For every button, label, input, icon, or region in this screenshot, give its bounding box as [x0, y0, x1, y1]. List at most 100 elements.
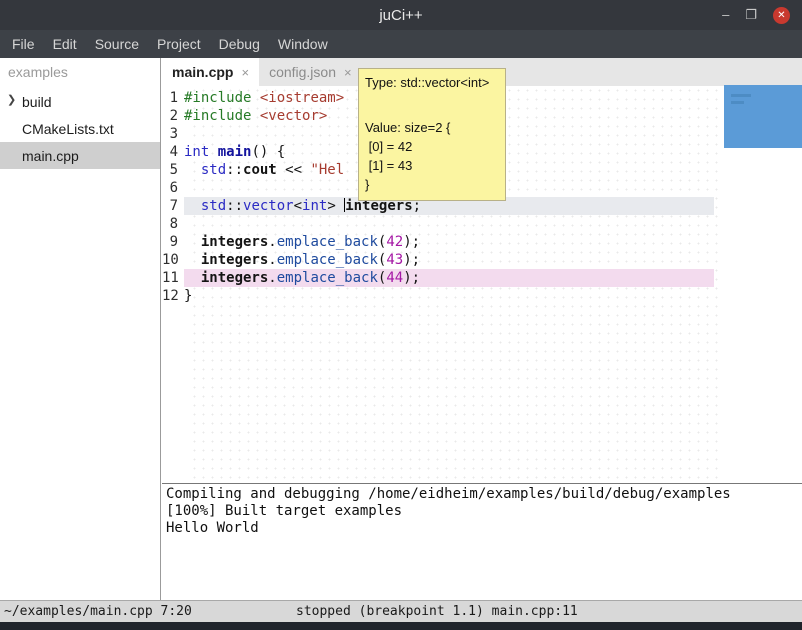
close-icon[interactable]: × [344, 65, 352, 80]
line-number[interactable]: 5 [162, 161, 184, 179]
line-number[interactable]: 9 [162, 233, 184, 251]
code-segment: 44 [386, 270, 403, 286]
code-line-content[interactable]: integers.emplace_back(44); [184, 269, 714, 287]
status-debug-state: stopped (breakpoint 1.1) main.cpp:11 [296, 604, 578, 619]
code-line[interactable]: 10 integers.emplace_back(43); [162, 251, 714, 269]
line-number[interactable]: 3 [162, 125, 184, 143]
code-line[interactable]: 12} [162, 287, 714, 305]
sidebar-item-cmakelists-txt[interactable]: CMakeLists.txt [0, 115, 160, 142]
code-segment: integers [201, 252, 268, 268]
sidebar-item-label: build [22, 94, 52, 110]
menu-edit[interactable]: Edit [44, 32, 86, 56]
line-number[interactable]: 4 [162, 143, 184, 161]
tooltip-line [365, 92, 499, 118]
menu-file[interactable]: File [3, 32, 44, 56]
line-number[interactable]: 8 [162, 215, 184, 233]
tooltip-line: } [365, 175, 499, 194]
code-segment [184, 270, 201, 286]
menubar: FileEditSourceProjectDebugWindow [0, 30, 802, 58]
code-segment: std [201, 198, 226, 214]
statusbar: ~/examples/main.cpp 7:20 stopped (breakp… [0, 600, 802, 622]
chevron-right-icon[interactable]: ❯ [7, 93, 16, 106]
code-segment: :: [226, 198, 243, 214]
menu-project[interactable]: Project [148, 32, 210, 56]
line-number[interactable]: 10 [162, 251, 184, 269]
code-segment [184, 162, 201, 178]
restore-icon[interactable]: ❐ [745, 7, 757, 23]
line-number[interactable]: 7 [162, 197, 184, 215]
code-segment: :: [226, 162, 243, 178]
titlebar: juCi++ – ❐ ✕ [0, 0, 802, 30]
code-segment: int [302, 198, 327, 214]
code-segment: 43 [386, 252, 403, 268]
debug-value-tooltip: Type: std::vector<int>Value: size=2 { [0… [358, 68, 506, 201]
code-line-content[interactable]: } [184, 287, 714, 305]
code-segment: ); [403, 270, 420, 286]
line-number[interactable]: 11 [162, 269, 184, 287]
code-segment: integers [201, 234, 268, 250]
code-segment: ); [403, 234, 420, 250]
line-number[interactable]: 12 [162, 287, 184, 305]
code-line-content[interactable]: integers.emplace_back(43); [184, 251, 714, 269]
code-segment: std [201, 162, 226, 178]
code-segment: } [184, 288, 192, 304]
minimize-icon[interactable]: – [722, 7, 729, 23]
tooltip-line: Type: std::vector<int> [365, 73, 499, 92]
code-line[interactable]: 8 [162, 215, 714, 233]
project-name: examples [0, 58, 160, 88]
code-segment: < [294, 198, 302, 214]
tab-label: config.json [269, 64, 336, 80]
tab-main-cpp[interactable]: main.cpp × [162, 58, 259, 86]
code-segment: #include [184, 90, 251, 106]
tooltip-line: [0] = 42 [365, 137, 499, 156]
code-line-content[interactable]: integers.emplace_back(42); [184, 233, 714, 251]
close-icon[interactable]: ✕ [773, 7, 790, 24]
code-segment: #include [184, 108, 251, 124]
terminal-line: [100%] Built target examples [166, 503, 798, 520]
window-controls: – ❐ ✕ [722, 7, 802, 24]
tooltip-line: [1] = 43 [365, 156, 499, 175]
code-segment: emplace_back [277, 270, 378, 286]
menu-window[interactable]: Window [269, 32, 337, 56]
code-segment [184, 252, 201, 268]
code-segment: 42 [386, 234, 403, 250]
code-segment [184, 198, 201, 214]
menu-source[interactable]: Source [86, 32, 148, 56]
overview-mark [731, 94, 751, 97]
window-title: juCi++ [0, 7, 802, 24]
tab-label: main.cpp [172, 64, 233, 80]
code-segment: main [218, 144, 252, 160]
menu-debug[interactable]: Debug [210, 32, 269, 56]
code-segment: emplace_back [277, 234, 378, 250]
code-segment [209, 144, 217, 160]
code-segment: integers [201, 270, 268, 286]
main-area: main.cpp × config.json × 1#include <iostrea… [162, 58, 802, 600]
line-number[interactable]: 1 [162, 89, 184, 107]
code-line-content[interactable] [184, 215, 714, 233]
close-icon[interactable]: × [241, 65, 249, 80]
code-segment [251, 90, 259, 106]
sidebar-item-label: main.cpp [22, 148, 79, 164]
line-number[interactable]: 2 [162, 107, 184, 125]
sidebar-item-build[interactable]: ❯ build [0, 88, 160, 115]
code-line[interactable]: 11 integers.emplace_back(44); [162, 269, 714, 287]
tooltip-line: Value: size=2 { [365, 118, 499, 137]
code-segment: . [268, 234, 276, 250]
status-file-position: ~/examples/main.cpp 7:20 [0, 604, 192, 619]
code-segment: > [327, 198, 344, 214]
terminal-line: Hello World [166, 520, 798, 537]
line-number[interactable]: 6 [162, 179, 184, 197]
sidebar-item-label: CMakeLists.txt [22, 121, 114, 137]
bottom-strip [0, 622, 802, 630]
sidebar: examples ❯ build CMakeLists.txt main.cpp [0, 58, 161, 600]
overview-scrollbar[interactable] [724, 85, 802, 148]
code-segment: . [268, 270, 276, 286]
terminal-line: Compiling and debugging /home/eidheim/ex… [166, 486, 798, 503]
terminal-output[interactable]: Compiling and debugging /home/eidheim/ex… [162, 483, 802, 600]
code-segment: "Hel [310, 162, 344, 178]
code-segment: << [277, 162, 311, 178]
code-line[interactable]: 9 integers.emplace_back(42); [162, 233, 714, 251]
tab-config-json[interactable]: config.json × [259, 58, 362, 86]
sidebar-item-main-cpp[interactable]: main.cpp [0, 142, 160, 169]
code-segment: <iostream> [260, 90, 344, 106]
